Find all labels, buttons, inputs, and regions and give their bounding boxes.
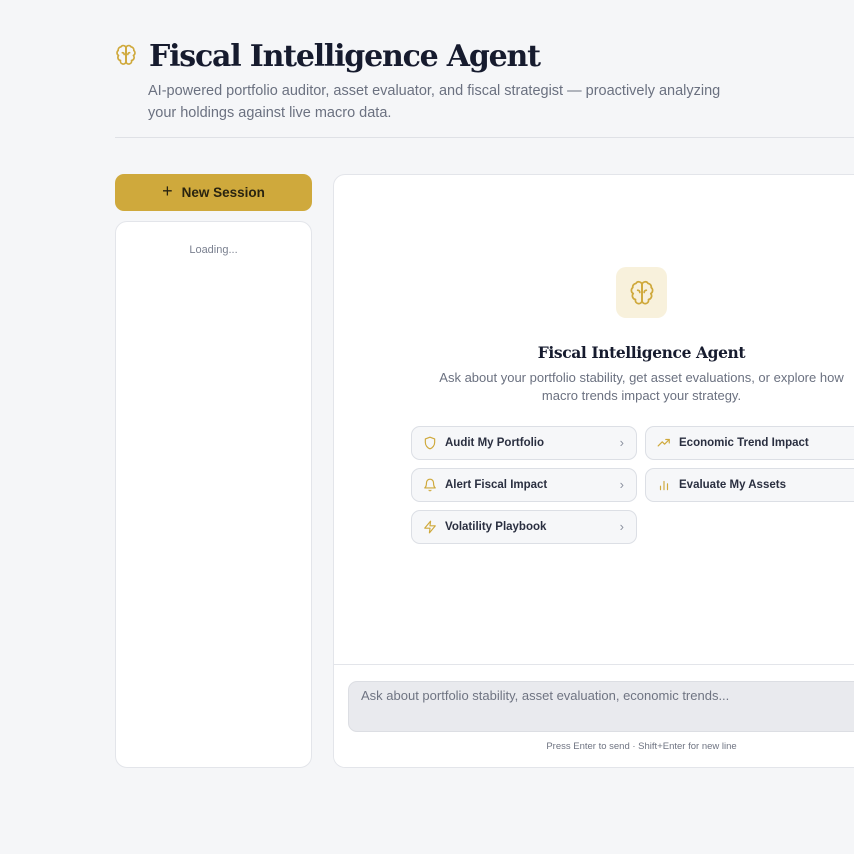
prompt-label: Volatility Playbook — [445, 521, 547, 533]
trending-up-icon — [657, 436, 671, 450]
page-header: Fiscal Intelligence Agent AI-powered por… — [115, 36, 854, 124]
composer: Press Enter to send · Shift+Enter for ne… — [334, 664, 854, 767]
composer-hint: Press Enter to send · Shift+Enter for ne… — [546, 741, 737, 752]
prompt-audit-portfolio[interactable]: Audit My Portfolio › — [411, 426, 637, 460]
prompt-label: Audit My Portfolio — [445, 437, 545, 449]
session-sidebar: Loading... — [115, 221, 312, 768]
prompt-economic-trend[interactable]: Economic Trend Impact › — [645, 426, 854, 460]
prompt-label: Alert Fiscal Impact — [445, 479, 548, 491]
chevron-right-icon: › — [619, 477, 624, 492]
page-title: Fiscal Intelligence Agent — [149, 38, 541, 74]
new-session-button[interactable]: + New Session — [115, 174, 312, 211]
shield-icon — [423, 436, 437, 450]
page-subtitle: AI-powered portfolio auditor, asset eval… — [148, 83, 721, 121]
prompt-alert-fiscal[interactable]: Alert Fiscal Impact › — [411, 468, 637, 502]
lightning-icon — [423, 520, 437, 534]
chevron-right-icon: › — [619, 519, 624, 534]
prompt-volatility-playbook[interactable]: Volatility Playbook › — [411, 510, 637, 544]
prompt-label: Evaluate My Assets — [679, 479, 786, 491]
prompt-label: Economic Trend Impact — [679, 437, 809, 449]
welcome-description: Ask about your portfolio stability, get … — [439, 370, 844, 403]
chevron-right-icon: › — [619, 435, 624, 450]
chat-input[interactable] — [348, 681, 854, 732]
header-divider — [115, 137, 854, 138]
plus-icon: + — [162, 181, 173, 201]
brain-icon — [629, 280, 655, 306]
welcome-title: Fiscal Intelligence Agent — [537, 343, 746, 362]
new-session-label: New Session — [181, 185, 265, 200]
bar-chart-icon — [657, 478, 671, 492]
sidebar-loading-text: Loading... — [189, 244, 238, 256]
bell-icon — [423, 478, 437, 492]
brain-icon — [115, 44, 137, 66]
chat-panel: Fiscal Intelligence Agent Ask about your… — [333, 174, 854, 768]
title-row: Fiscal Intelligence Agent — [115, 36, 854, 76]
prompt-evaluate-assets[interactable]: Evaluate My Assets › — [645, 468, 854, 502]
welcome-logo — [616, 267, 667, 318]
